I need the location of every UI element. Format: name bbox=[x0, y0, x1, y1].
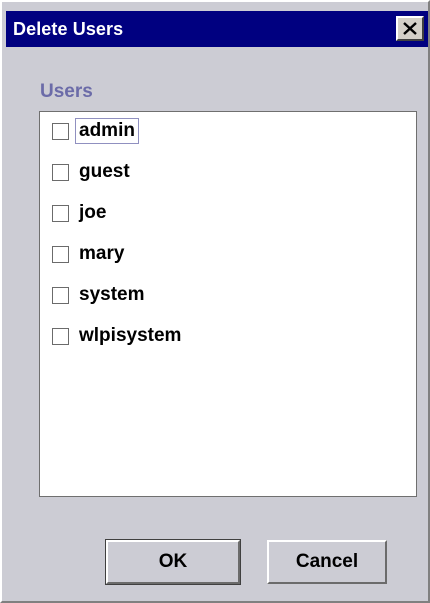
user-label[interactable]: wlpisystem bbox=[75, 323, 185, 349]
window-title: Delete Users bbox=[13, 19, 124, 39]
user-checkbox[interactable] bbox=[52, 286, 69, 304]
close-button[interactable] bbox=[396, 16, 424, 41]
user-checkbox[interactable] bbox=[52, 245, 69, 263]
user-checkbox[interactable] bbox=[52, 122, 69, 140]
user-checkbox[interactable] bbox=[52, 327, 69, 345]
close-icon bbox=[403, 22, 417, 35]
cancel-button[interactable]: Cancel bbox=[267, 540, 387, 584]
users-list: admin guest joe mary system wlpisystem bbox=[39, 111, 417, 497]
user-checkbox[interactable] bbox=[52, 204, 69, 222]
user-checkbox[interactable] bbox=[52, 163, 69, 181]
users-group-label: Users bbox=[40, 81, 93, 102]
list-item-wlpisystem[interactable]: wlpisystem bbox=[52, 321, 189, 351]
user-label[interactable]: admin bbox=[75, 118, 139, 144]
title-bar[interactable]: Delete Users bbox=[6, 11, 428, 47]
ok-button[interactable]: OK bbox=[105, 539, 241, 585]
user-label[interactable]: joe bbox=[75, 200, 110, 226]
user-label[interactable]: guest bbox=[75, 159, 134, 185]
list-item-guest[interactable]: guest bbox=[52, 157, 138, 187]
delete-users-dialog: Delete Users Users admin guest joe mary … bbox=[0, 0, 430, 603]
list-item-joe[interactable]: joe bbox=[52, 198, 114, 228]
list-item-system[interactable]: system bbox=[52, 280, 153, 310]
list-item-admin[interactable]: admin bbox=[52, 116, 143, 146]
user-label[interactable]: mary bbox=[75, 241, 128, 267]
list-item-mary[interactable]: mary bbox=[52, 239, 132, 269]
user-label[interactable]: system bbox=[75, 282, 149, 308]
